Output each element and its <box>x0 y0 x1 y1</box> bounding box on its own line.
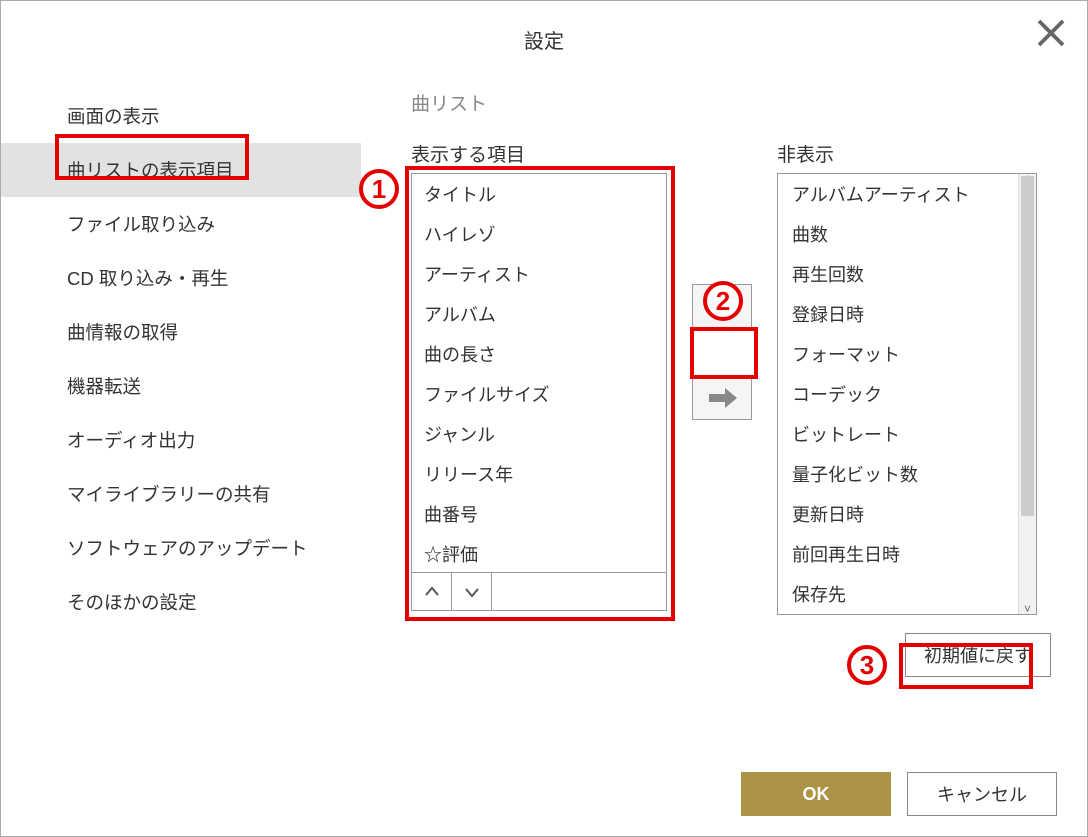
list-item[interactable]: アルバムアーティスト <box>778 174 1018 214</box>
hide-list-inner: アルバムアーティスト 曲数 再生回数 登録日時 フォーマット コーデック ビット… <box>778 174 1018 614</box>
sidebar-item-audio-output[interactable]: オーディオ出力 <box>1 413 361 467</box>
sidebar-item-display[interactable]: 画面の表示 <box>1 89 361 143</box>
list-item[interactable]: ビットレート <box>778 414 1018 454</box>
list-item[interactable]: ☆評価 <box>412 534 666 572</box>
list-item[interactable]: 更新日時 <box>778 494 1018 534</box>
sidebar-item-song-info[interactable]: 曲情報の取得 <box>1 305 361 359</box>
show-list-inner: タイトル ハイレゾ アーティスト アルバム 曲の長さ ファイルサイズ ジャンル … <box>412 174 666 572</box>
sidebar-item-songlist-columns[interactable]: 曲リストの表示項目 <box>1 143 361 197</box>
dialog-title: 設定 <box>524 25 564 54</box>
list-item[interactable]: タイトル <box>412 174 666 214</box>
show-column: 表示する項目 タイトル ハイレゾ アーティスト アルバム 曲の長さ ファイルサイ… <box>411 140 667 611</box>
settings-dialog: 設定 画面の表示 曲リストの表示項目 ファイル取り込み CD 取り込み・再生 曲… <box>0 0 1088 837</box>
list-item[interactable]: 曲番号 <box>412 494 666 534</box>
sidebar: 画面の表示 曲リストの表示項目 ファイル取り込み CD 取り込み・再生 曲情報の… <box>1 61 361 677</box>
cancel-button[interactable]: キャンセル <box>907 772 1057 816</box>
controls-spacer <box>492 573 666 610</box>
main-panel: 曲リスト 表示する項目 タイトル ハイレゾ アーティスト アルバム 曲の長さ フ… <box>361 61 1087 677</box>
sidebar-item-other[interactable]: そのほかの設定 <box>1 575 361 629</box>
list-item[interactable]: 再生回数 <box>778 254 1018 294</box>
list-item[interactable]: リリース年 <box>412 454 666 494</box>
sidebar-item-cd-import[interactable]: CD 取り込み・再生 <box>1 251 361 305</box>
section-title: 曲リスト <box>411 89 1087 116</box>
dialog-footer: OK キャンセル <box>741 772 1057 816</box>
arrow-right-icon <box>705 384 739 412</box>
scrollbar[interactable]: ˄ ˅ <box>1018 174 1036 614</box>
list-item[interactable]: ジャンル <box>412 414 666 454</box>
ok-button[interactable]: OK <box>741 772 891 816</box>
show-listbox[interactable]: タイトル ハイレゾ アーティスト アルバム 曲の長さ ファイルサイズ ジャンル … <box>411 173 667 611</box>
list-item[interactable]: 曲の長さ <box>412 334 666 374</box>
list-item[interactable]: アルバム <box>412 294 666 334</box>
list-item[interactable]: コーデック <box>778 374 1018 414</box>
hide-column: 非表示 アルバムアーティスト 曲数 再生回数 登録日時 フォーマット コーデック… <box>777 140 1037 615</box>
list-item[interactable]: 曲数 <box>778 214 1018 254</box>
hide-listbox[interactable]: アルバムアーティスト 曲数 再生回数 登録日時 フォーマット コーデック ビット… <box>777 173 1037 615</box>
scroll-down-icon: ˅ <box>1019 602 1036 616</box>
reset-row: 初期値に戻す <box>361 633 1087 677</box>
chevron-up-icon <box>422 582 442 602</box>
close-button[interactable] <box>1033 15 1069 51</box>
move-up-button[interactable] <box>412 573 452 610</box>
move-right-button[interactable] <box>692 376 752 420</box>
close-icon <box>1033 15 1069 51</box>
move-column <box>667 140 777 434</box>
list-item[interactable]: 保存先 <box>778 574 1018 614</box>
list-item[interactable]: 登録日時 <box>778 294 1018 334</box>
list-item[interactable]: アーティスト <box>412 254 666 294</box>
titlebar: 設定 <box>1 1 1087 61</box>
list-item[interactable]: 量子化ビット数 <box>778 454 1018 494</box>
list-item[interactable]: ハイレゾ <box>412 214 666 254</box>
scroll-thumb[interactable] <box>1021 176 1034 516</box>
sidebar-item-library-share[interactable]: マイライブラリーの共有 <box>1 467 361 521</box>
hide-label: 非表示 <box>777 140 1037 167</box>
reorder-controls <box>412 572 666 610</box>
sidebar-item-device-transfer[interactable]: 機器転送 <box>1 359 361 413</box>
list-item[interactable]: ファイルサイズ <box>412 374 666 414</box>
dialog-body: 画面の表示 曲リストの表示項目 ファイル取り込み CD 取り込み・再生 曲情報の… <box>1 61 1087 677</box>
sidebar-item-file-import[interactable]: ファイル取り込み <box>1 197 361 251</box>
move-left-button[interactable] <box>692 284 752 328</box>
list-item[interactable]: 前回再生日時 <box>778 534 1018 574</box>
show-label: 表示する項目 <box>411 140 667 167</box>
reset-button[interactable]: 初期値に戻す <box>905 633 1051 677</box>
chevron-down-icon <box>462 582 482 602</box>
move-down-button[interactable] <box>452 573 492 610</box>
arrow-left-icon <box>705 292 739 320</box>
columns-area: 表示する項目 タイトル ハイレゾ アーティスト アルバム 曲の長さ ファイルサイ… <box>361 140 1087 615</box>
sidebar-item-software-update[interactable]: ソフトウェアのアップデート <box>1 521 361 575</box>
list-item[interactable]: フォーマット <box>778 334 1018 374</box>
